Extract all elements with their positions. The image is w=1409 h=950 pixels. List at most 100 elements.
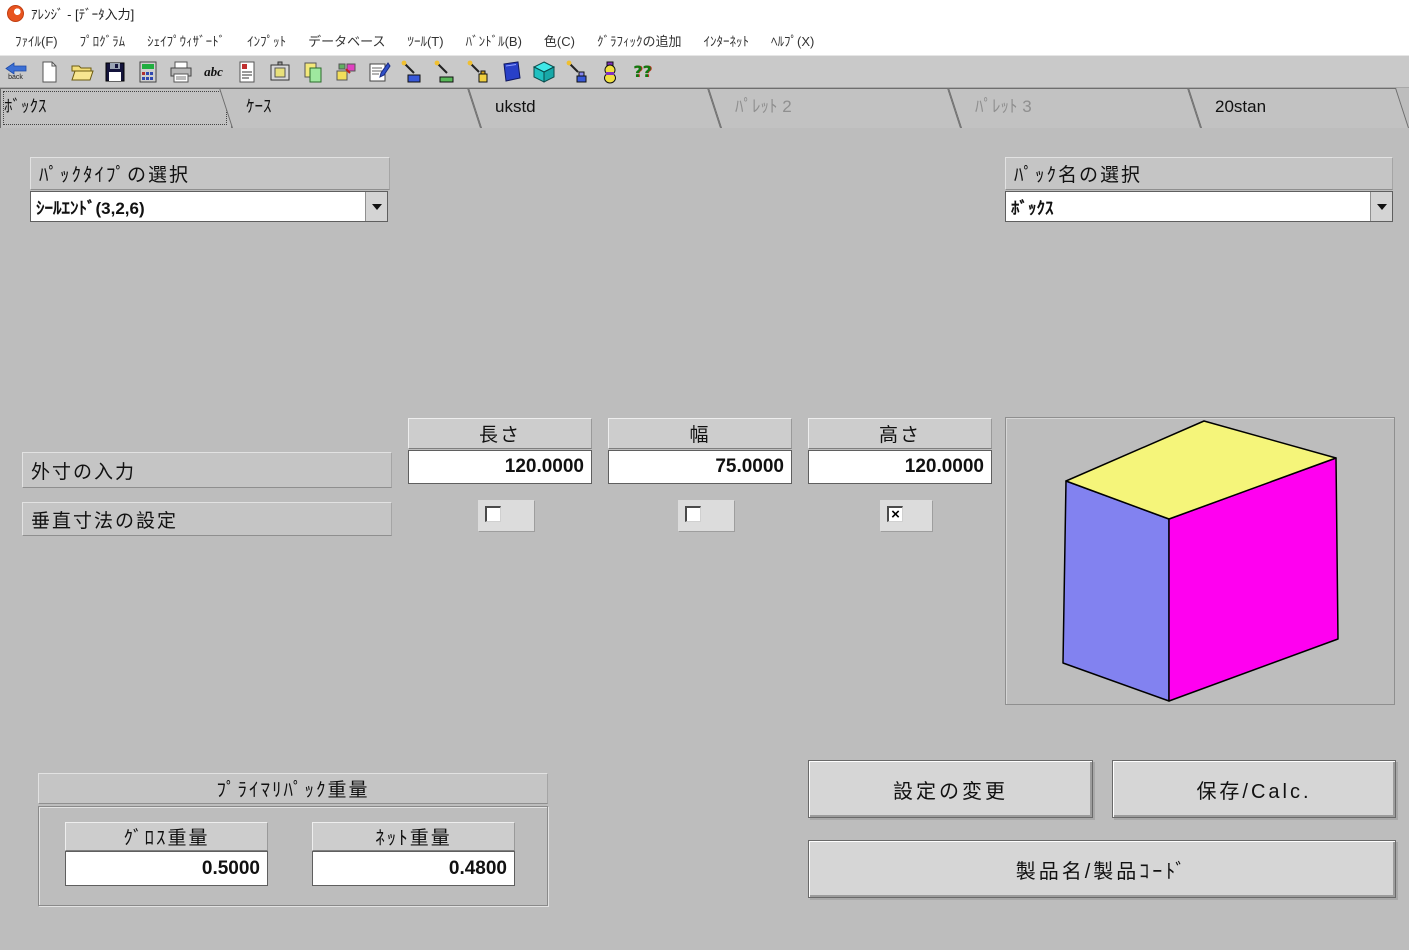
pack-name-dropdown-button[interactable]: [1370, 192, 1392, 221]
vertical-length-checkbox[interactable]: [485, 506, 501, 522]
pack-type-value: ｼｰﾙｴﾝﾄﾞ(3,2,6): [31, 192, 365, 221]
vertical-height-checkbox-panel: ×: [880, 500, 932, 531]
bottle-button[interactable]: [596, 57, 623, 86]
tab-bar: ﾎﾞｯｸｽ ｹｰｽ ukstd ﾊﾟﾚｯﾄ 2 ﾊﾟﾚｯﾄ 3 20stan: [0, 88, 1409, 128]
notebook-icon: [499, 60, 523, 84]
wizard-box-button[interactable]: [398, 57, 425, 86]
bottle-icon: [598, 60, 622, 84]
tab-ukstd[interactable]: ukstd: [481, 88, 721, 128]
vertical-width-checkbox-panel: [678, 500, 734, 531]
tab-box[interactable]: ﾎﾞｯｸｽ: [0, 88, 232, 128]
tab-pallet-3: ﾊﾟﾚｯﾄ 3: [961, 88, 1201, 128]
menu-database[interactable]: データベース: [297, 28, 396, 53]
tab-20stan[interactable]: 20stan: [1201, 88, 1409, 128]
menu-help[interactable]: ﾍﾙﾌﾟ(X): [760, 28, 825, 53]
report-doc-icon: [235, 60, 259, 84]
tab-20stan-label: 20stan: [1201, 88, 1409, 126]
open-folder-icon: [70, 60, 94, 84]
box-3d-drawing: [1006, 418, 1394, 704]
menu-file[interactable]: ﾌｧｲﾙ(F): [4, 28, 69, 53]
tab-pallet-3-label: ﾊﾟﾚｯﾄ 3: [961, 88, 1201, 126]
menu-bar: ﾌｧｲﾙ(F) ﾌﾟﾛｸﾞﾗﾑ ｼｪｲﾌﾟｳｨｻﾞｰﾄﾞ ｲﾝﾌﾟｯﾄ データベ…: [0, 26, 1409, 55]
save-calc-button[interactable]: 保存/Calc.: [1112, 760, 1396, 818]
wand-bottle-icon: [466, 60, 490, 84]
net-weight-input[interactable]: 0.4800: [312, 851, 515, 886]
wand-box-icon: [400, 60, 424, 84]
net-weight-label: ﾈｯﾄ重量: [312, 822, 515, 851]
tab-case-label: ｹｰｽ: [232, 88, 481, 126]
back-label: back: [8, 75, 23, 81]
pack-boxes-icon: [334, 60, 358, 84]
report-button[interactable]: [233, 57, 260, 86]
capture-box-icon: [268, 60, 292, 84]
primary-pack-weight-title: ﾌﾟﾗｲﾏﾘﾊﾟｯｸ重量: [38, 773, 548, 804]
notebook-button[interactable]: [497, 57, 524, 86]
calculator-icon: [136, 60, 160, 84]
open-button[interactable]: [68, 57, 95, 86]
title-bar: ｱﾚﾝｼﾞ - [ﾃﾞｰﾀ入力]: [0, 0, 1409, 26]
wizard-tray-button[interactable]: [431, 57, 458, 86]
change-settings-button[interactable]: 設定の変更: [808, 760, 1093, 818]
data-entry-page: ﾊﾟｯｸﾀｲﾌﾟの選択 ｼｰﾙｴﾝﾄﾞ(3,2,6) ﾊﾟｯｸ名の選択 ﾎﾞｯｸ…: [0, 128, 1409, 950]
col-header-height: 高さ: [808, 418, 992, 449]
window-title: ｱﾚﾝｼﾞ - [ﾃﾞｰﾀ入力]: [31, 4, 134, 23]
print-button[interactable]: [167, 57, 194, 86]
menu-input[interactable]: ｲﾝﾌﾟｯﾄ: [236, 28, 297, 53]
properties-button[interactable]: [365, 57, 392, 86]
tab-pallet-2-label: ﾊﾟﾚｯﾄ 2: [721, 88, 961, 126]
toolbar: back abc: [0, 55, 1409, 88]
printer-icon: [169, 60, 193, 84]
chevron-down-icon: [1377, 204, 1387, 210]
save-button[interactable]: [101, 57, 128, 86]
tab-box-label: ﾎﾞｯｸｽ: [0, 88, 232, 126]
menu-tools[interactable]: ﾂｰﾙ(T): [396, 28, 454, 53]
copy-button[interactable]: [299, 57, 326, 86]
chevron-down-icon: [372, 204, 382, 210]
length-input[interactable]: 120.0000: [408, 450, 592, 484]
menu-add-graphics[interactable]: ｸﾞﾗﾌｨｯｸの追加: [586, 28, 693, 53]
width-input[interactable]: 75.0000: [608, 450, 792, 484]
wizard-spray-button[interactable]: [563, 57, 590, 86]
menu-program[interactable]: ﾌﾟﾛｸﾞﾗﾑ: [69, 28, 137, 53]
spell-check-button[interactable]: abc: [200, 57, 227, 86]
tab-case[interactable]: ｹｰｽ: [232, 88, 481, 128]
cyan-cube-icon: [532, 60, 556, 84]
menu-internet[interactable]: ｲﾝﾀｰﾈｯﾄ: [692, 28, 760, 53]
menu-shape-wizard[interactable]: ｼｪｲﾌﾟｳｨｻﾞｰﾄﾞ: [136, 28, 236, 53]
pack-type-select[interactable]: ｼｰﾙｴﾝﾄﾞ(3,2,6): [30, 191, 388, 222]
gross-weight-input[interactable]: 0.5000: [65, 851, 268, 886]
outer-dimensions-label: 外寸の入力: [22, 452, 392, 488]
vertical-length-checkbox-panel: [478, 500, 534, 531]
vertical-height-checkbox[interactable]: ×: [887, 506, 903, 522]
copy-pages-icon: [301, 60, 325, 84]
capture-button[interactable]: [266, 57, 293, 86]
calculator-button[interactable]: [134, 57, 161, 86]
pack-name-select[interactable]: ﾎﾞｯｸｽ: [1005, 191, 1393, 222]
pack-type-label: ﾊﾟｯｸﾀｲﾌﾟの選択: [30, 157, 390, 190]
properties-form-icon: [367, 60, 391, 84]
pack-design-button[interactable]: [332, 57, 359, 86]
help-button[interactable]: ??: [629, 57, 656, 86]
col-header-length: 長さ: [408, 418, 592, 449]
pack-name-label: ﾊﾟｯｸ名の選択: [1005, 157, 1393, 190]
product-name-code-button[interactable]: 製品名/製品ｺｰﾄﾞ: [808, 840, 1396, 898]
back-button[interactable]: back: [2, 57, 29, 86]
gross-weight-label: ｸﾞﾛｽ重量: [65, 822, 268, 851]
height-input[interactable]: 120.0000: [808, 450, 992, 484]
box-left-face: [1063, 481, 1169, 701]
cube-view-button[interactable]: [530, 57, 557, 86]
spell-check-icon: abc: [204, 64, 223, 80]
app-icon: [7, 5, 24, 22]
menu-color[interactable]: 色(C): [533, 28, 586, 53]
new-file-button[interactable]: [35, 57, 62, 86]
wand-tray-icon: [433, 60, 457, 84]
pack-type-dropdown-button[interactable]: [365, 192, 387, 221]
help-icon: ??: [633, 62, 652, 81]
menu-bundle[interactable]: ﾊﾞﾝﾄﾞﾙ(B): [455, 28, 533, 53]
pack-name-value: ﾎﾞｯｸｽ: [1006, 192, 1370, 221]
wizard-bottle-button[interactable]: [464, 57, 491, 86]
box-preview-panel: [1005, 417, 1395, 705]
col-header-width: 幅: [608, 418, 792, 449]
vertical-width-checkbox[interactable]: [685, 506, 701, 522]
vertical-dimension-label: 垂直寸法の設定: [22, 502, 392, 536]
